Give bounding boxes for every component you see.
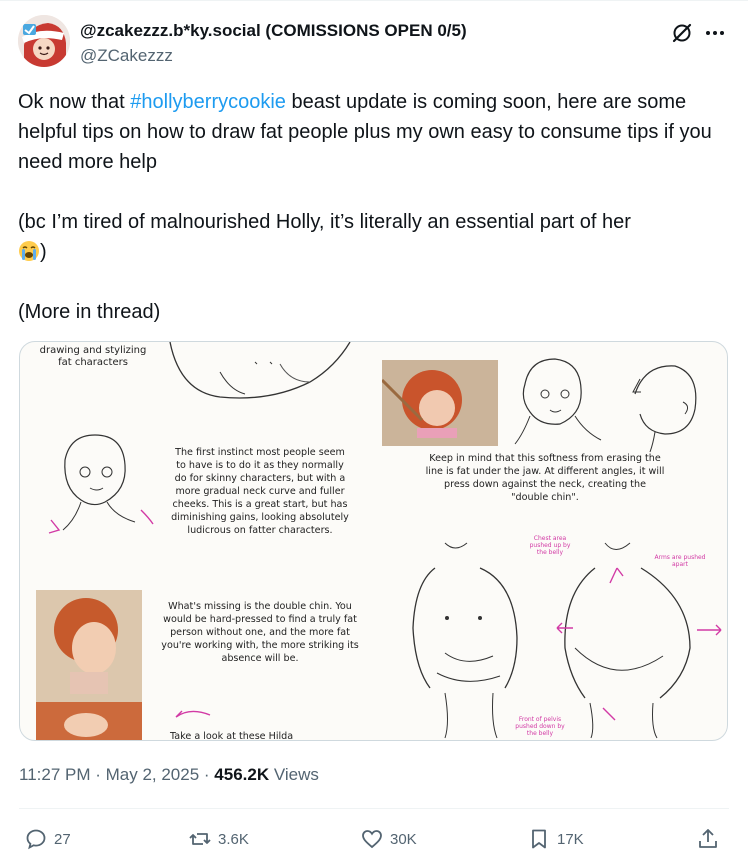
note-double-chin: What's missing is the double chin. You w… <box>161 601 359 664</box>
post-metadata: 11:27 PM · May 2, 2025 · 456.2K Views <box>19 765 319 785</box>
reply-count: 27 <box>54 830 71 848</box>
heart-icon <box>362 830 382 849</box>
like-button[interactable]: 30K <box>360 826 417 852</box>
chin-closeup-sketch <box>169 342 351 399</box>
repost-icon <box>189 833 211 845</box>
meta-separator: · <box>199 765 215 784</box>
tweet-text: Ok now that #hollyberrycookie beast upda… <box>18 87 718 327</box>
top-divider <box>0 0 748 1</box>
reference-photo-bottom <box>36 590 142 740</box>
label-arms: Arms are pushed apart <box>654 554 706 568</box>
label-chest-area: Chest area pushed up by the belly <box>529 535 571 556</box>
timestamp[interactable]: 11:27 PM · May 2, 2025 <box>19 765 199 784</box>
bookmark-count: 17K <box>557 830 584 848</box>
author-handle[interactable]: @ZCakezzz <box>80 46 173 66</box>
label-pelvis: Front of pelvis pushed down by the belly <box>515 716 565 737</box>
text-segment: Ok now that <box>18 91 131 113</box>
media-title: drawing and stylizing fat characters <box>38 345 148 369</box>
bookmark-icon <box>532 829 546 849</box>
author-display-name[interactable]: @zcakezzz.b*ky.social (COMISSIONS OPEN 0… <box>80 21 467 41</box>
body-sketches <box>412 542 722 739</box>
tweet-paragraph-2: (bc I’m tired of malnourished Holly, it’… <box>18 207 718 267</box>
reply-icon <box>26 829 46 850</box>
reply-button[interactable]: 27 <box>24 826 71 852</box>
media-title-line: drawing and stylizing <box>39 345 147 356</box>
note-hilda: Take a look at these Hilda <box>170 731 294 741</box>
head-sketch-left <box>48 434 154 534</box>
views-count: 456.2K <box>214 765 270 784</box>
views-label: Views <box>269 765 319 784</box>
text-segment: (bc I’m tired of malnourished Holly, it’… <box>18 211 631 233</box>
like-count: 30K <box>390 830 417 848</box>
repost-button[interactable]: 3.6K <box>188 826 249 852</box>
more-options-icon[interactable] <box>702 22 728 44</box>
crying-face-emoji-icon <box>18 240 40 262</box>
attached-image[interactable]: drawing and stylizing fat characters The… <box>19 341 728 741</box>
head-sketch-right <box>514 358 697 453</box>
pink-arrow-sketch <box>175 710 211 718</box>
share-button[interactable] <box>696 826 726 852</box>
bookmark-button[interactable]: 17K <box>527 826 584 852</box>
text-segment: ) <box>40 241 47 263</box>
tweet-paragraph-3: (More in thread) <box>18 301 161 323</box>
share-icon <box>699 829 717 848</box>
note-first-instinct: The first instinct most people seem to h… <box>171 447 349 536</box>
avatar[interactable] <box>18 15 70 67</box>
tweet-paragraph-1: Ok now that #hollyberrycookie beast upda… <box>18 87 718 177</box>
note-softness: Keep in mind that this softness from era… <box>425 453 665 503</box>
media-title-line: fat characters <box>58 357 128 368</box>
repost-count: 3.6K <box>218 830 249 848</box>
reference-photo-top <box>382 360 498 446</box>
grok-icon[interactable] <box>671 22 693 44</box>
hashtag-link[interactable]: #hollyberrycookie <box>130 91 286 113</box>
divider <box>19 808 729 809</box>
